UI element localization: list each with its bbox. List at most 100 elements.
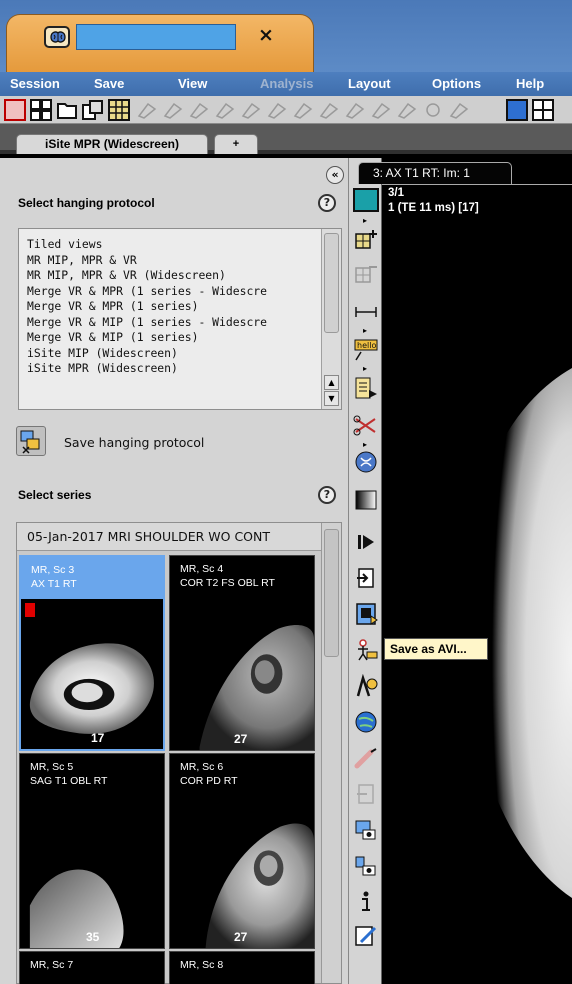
- import-image-icon[interactable]: [353, 566, 379, 590]
- series-thumbnail-sc6[interactable]: MR, Sc 6 COR PD RT 27: [169, 753, 315, 949]
- save-as-avi-tooltip: Save as AVI...: [384, 638, 488, 660]
- protocol-item[interactable]: MR MIP, MPR & VR (Widescreen): [27, 268, 317, 284]
- series-name: MR, Sc 3: [31, 564, 75, 576]
- 3d-volume-icon[interactable]: [353, 450, 379, 474]
- text-annotation-icon[interactable]: hello: [353, 338, 379, 362]
- series-thumbnail-sc5[interactable]: MR, Sc 5 SAG T1 OBL RT 35: [19, 753, 165, 949]
- series-thumbnail-sc7[interactable]: MR, Sc 7: [19, 951, 165, 984]
- echo-info: 1 (TE 11 ms) [17]: [388, 202, 479, 214]
- disabled-tool-2-icon: [162, 100, 184, 120]
- series-thumbnail-sc4[interactable]: MR, Sc 4 COR T2 FS OBL RT 27: [169, 555, 315, 751]
- menu-view[interactable]: View: [178, 76, 207, 91]
- snapshot-icon[interactable]: [353, 818, 379, 842]
- hello-label: hello: [357, 341, 376, 350]
- expand-arrow-icon[interactable]: ▸: [363, 440, 367, 449]
- tab-isite-mpr-widescreen[interactable]: iSite MPR (Widescreen): [16, 134, 208, 154]
- red-marker-icon: [25, 603, 35, 617]
- series-thumbnail-sc3[interactable]: MR, Sc 3 AX T1 RT 17: [19, 555, 165, 751]
- help-icon[interactable]: ?: [318, 194, 336, 212]
- save-hanging-protocol-button[interactable]: [16, 426, 46, 456]
- add-tab-button[interactable]: +: [214, 134, 258, 154]
- expand-arrow-icon[interactable]: ▸: [363, 364, 367, 373]
- expand-arrow-icon[interactable]: ▸: [363, 216, 367, 225]
- collapse-panel-button[interactable]: «: [326, 166, 344, 184]
- disabled-tool-10-icon: [370, 100, 392, 120]
- protocol-item[interactable]: Merge VR & MIP (1 series): [27, 330, 317, 346]
- protocol-item[interactable]: Tiled views: [27, 237, 317, 253]
- protocol-item[interactable]: Merge VR & MPR (1 series): [27, 299, 317, 315]
- folder-icon[interactable]: [56, 99, 78, 121]
- scroll-up-icon[interactable]: ▲: [324, 375, 339, 390]
- close-tab-icon[interactable]: ×: [258, 24, 274, 46]
- anatomy-icon[interactable]: [353, 673, 379, 698]
- image-index: 3/1: [388, 187, 404, 199]
- series-name: MR, Sc 7: [30, 959, 74, 971]
- disabled-tool-13-icon: [448, 100, 470, 120]
- protocol-item[interactable]: iSite MPR (Widescreen): [27, 361, 317, 377]
- grid-2x2-layout-button[interactable]: [30, 99, 52, 121]
- protocol-item[interactable]: iSite MIP (Widescreen): [27, 346, 317, 362]
- cine-play-icon[interactable]: [353, 530, 379, 554]
- series-thumbnail-sc8[interactable]: MR, Sc 8: [169, 951, 315, 984]
- window-level-icon[interactable]: [353, 488, 379, 512]
- menu-help[interactable]: Help: [516, 76, 544, 91]
- mri-axial-image: [382, 158, 572, 984]
- series-name: MR, Sc 4: [180, 563, 224, 575]
- layout-2x2-button[interactable]: [532, 99, 554, 121]
- menu-session[interactable]: Session: [10, 76, 60, 91]
- image-count: 17: [91, 731, 105, 745]
- snapshot-copy-icon[interactable]: [353, 854, 379, 878]
- app-tab-title-field[interactable]: [76, 24, 236, 50]
- person-marker-icon[interactable]: [353, 638, 379, 662]
- active-viewport-button[interactable]: [353, 188, 379, 212]
- globe-icon[interactable]: [353, 710, 379, 734]
- scrollbar-thumb[interactable]: [324, 529, 339, 657]
- menu-options[interactable]: Options: [432, 76, 481, 91]
- series-description: AX T1 RT: [31, 578, 77, 590]
- disabled-tool-12-icon: [422, 100, 444, 120]
- series-help-icon[interactable]: ?: [318, 486, 336, 504]
- disabled-import-icon: [353, 782, 379, 806]
- edit-report-icon[interactable]: [353, 924, 379, 948]
- expand-arrow-icon[interactable]: ▸: [363, 326, 367, 335]
- series-scrollbar[interactable]: [321, 523, 341, 983]
- layout-1x1-button[interactable]: [506, 99, 528, 121]
- compare-layout-button[interactable]: [82, 99, 104, 121]
- disabled-tool-4-icon: [214, 100, 236, 120]
- disabled-tool-9-icon: [344, 100, 366, 120]
- disabled-tool-1-icon: [136, 100, 158, 120]
- disabled-tool-6-icon: [266, 100, 288, 120]
- remove-viewport-icon[interactable]: [353, 262, 379, 286]
- grid-3x3-layout-button[interactable]: [108, 99, 130, 121]
- single-view-button[interactable]: [4, 99, 26, 121]
- study-header[interactable]: 05-Jan-2017 MRI SHOULDER WO CONT: [17, 523, 323, 551]
- menu-layout[interactable]: Layout: [348, 76, 391, 91]
- probe-icon[interactable]: [353, 746, 379, 770]
- report-export-icon[interactable]: [353, 376, 379, 400]
- protocol-item[interactable]: Merge VR & MPR (1 series - Widescre: [27, 284, 317, 300]
- measure-distance-icon[interactable]: [353, 300, 379, 324]
- image-count: 27: [234, 732, 248, 746]
- protocol-item[interactable]: MR MIP, MPR & VR: [27, 253, 317, 269]
- scrollbar-thumb[interactable]: [324, 233, 339, 333]
- viewport-tab-divider: [382, 184, 572, 185]
- menu-save[interactable]: Save: [94, 76, 124, 91]
- viewport-tab[interactable]: 3: AX T1 RT: Im: 1: [358, 162, 512, 184]
- add-viewport-icon[interactable]: [353, 228, 379, 252]
- series-name: MR, Sc 5: [30, 761, 74, 773]
- scroll-down-icon[interactable]: ▼: [324, 391, 339, 406]
- hanging-protocol-list[interactable]: Tiled views MR MIP, MPR & VR MR MIP, MPR…: [18, 228, 342, 410]
- app-tab-strip: ×: [0, 0, 572, 72]
- disabled-tool-7-icon: [292, 100, 314, 120]
- protocol-list-scrollbar[interactable]: ▲ ▼: [321, 229, 341, 409]
- mri-thumbnail-image: [29, 869, 124, 948]
- save-as-avi-icon[interactable]: [353, 602, 379, 626]
- select-series-title: Select series: [18, 488, 92, 502]
- series-name: MR, Sc 8: [180, 959, 224, 971]
- protocol-item[interactable]: Merge VR & MIP (1 series - Widescre: [27, 315, 317, 331]
- scissors-icon[interactable]: [353, 414, 379, 438]
- menu-analysis[interactable]: Analysis: [260, 76, 313, 91]
- series-browser: 05-Jan-2017 MRI SHOULDER WO CONT MR, Sc …: [16, 522, 342, 984]
- image-viewport[interactable]: [382, 158, 572, 984]
- info-icon[interactable]: [353, 890, 379, 914]
